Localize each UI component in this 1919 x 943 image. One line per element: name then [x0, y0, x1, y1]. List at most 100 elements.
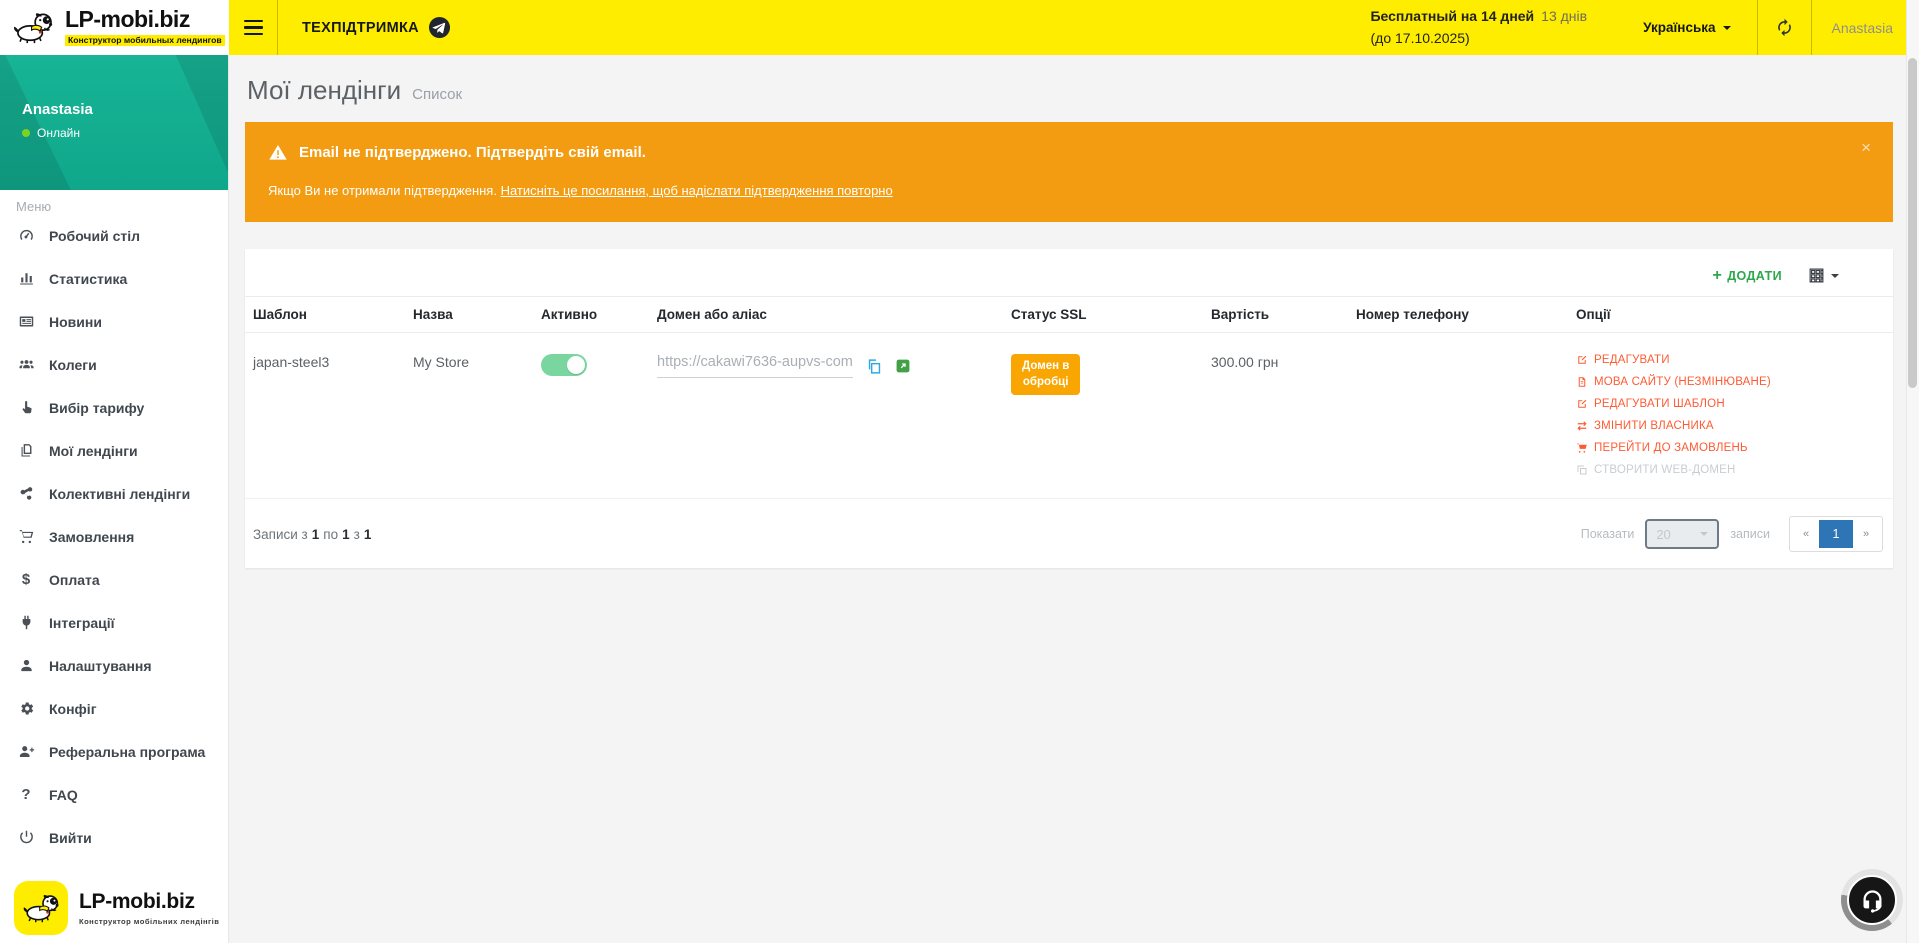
- main-content: Мої лендінги Список Email не підтверджен…: [229, 55, 1919, 943]
- dog-logo-icon: [10, 10, 56, 46]
- brand-logo[interactable]: LP-mobi.biz Конструктор мобильных лендин…: [0, 0, 229, 55]
- cell-name: My Store: [405, 333, 533, 499]
- brand-title: LP-mobi.biz: [65, 8, 225, 31]
- sidebar-item-faq[interactable]: ? FAQ: [0, 773, 228, 816]
- clone-icon: [1576, 464, 1588, 476]
- scrollbar-thumb[interactable]: [1908, 58, 1917, 388]
- cell-phone: [1348, 333, 1568, 499]
- tech-support-link[interactable]: ТЕХПІДТРИМКА: [278, 0, 475, 55]
- panel-toolbar: + ДОДАТИ: [245, 249, 1893, 296]
- support-label: ТЕХПІДТРИМКА: [302, 20, 419, 36]
- cart-icon: [16, 528, 36, 545]
- open-site-button[interactable]: [896, 359, 910, 373]
- col-options: Опції: [1568, 297, 1893, 333]
- active-toggle[interactable]: [541, 354, 587, 376]
- sidebar-item-referral[interactable]: Реферальна програма: [0, 730, 228, 773]
- col-active: Активно: [533, 297, 649, 333]
- headset-icon: [1859, 887, 1886, 914]
- share-icon: [16, 485, 36, 502]
- landings-panel: + ДОДАТИ Шаблон На: [245, 249, 1893, 568]
- footer-brand-subtitle: Конструктор мобільних лендінгів: [79, 917, 219, 926]
- col-price: Вартість: [1203, 297, 1348, 333]
- menu-section-label: Меню: [0, 190, 228, 214]
- site-language-icon: [1576, 376, 1588, 388]
- language-label: Українська: [1643, 20, 1715, 35]
- plan-until: (до 17.10.2025): [1370, 28, 1587, 50]
- table-row: japan-steel3 My Store: [245, 333, 1893, 499]
- table-footer: Записи з 1 по 1 з 1 Показати 20 записи «: [245, 499, 1893, 568]
- option-site-language[interactable]: МОВА САЙТУ (НЕЗМІНЮВАНЕ): [1576, 376, 1885, 388]
- sidebar-item-payment[interactable]: $ Оплата: [0, 558, 228, 601]
- language-selector[interactable]: Українська: [1617, 0, 1756, 55]
- col-ssl-status: Статус SSL: [1003, 297, 1203, 333]
- edit-icon: [1576, 398, 1588, 410]
- option-create-web-domain[interactable]: СТВОРИТИ WEB-ДОМЕН: [1576, 464, 1885, 476]
- plug-icon: [16, 614, 36, 631]
- close-icon[interactable]: ×: [1855, 138, 1877, 157]
- grid-icon: [1808, 267, 1825, 284]
- sidebar-item-dashboard[interactable]: Робочий стіл: [0, 214, 228, 257]
- sidebar-item-collective-landings[interactable]: Колективні лендінги: [0, 472, 228, 515]
- column-view-button[interactable]: [1802, 266, 1845, 285]
- option-change-owner[interactable]: ЗМІНИТИ ВЛАСНИКА: [1576, 420, 1885, 432]
- sidebar-item-colleagues[interactable]: Колеги: [0, 343, 228, 386]
- plan-info: Бесплатный на 14 дней13 днів (до 17.10.2…: [1370, 6, 1617, 49]
- sidebar-item-config[interactable]: Конфіг: [0, 687, 228, 730]
- sidebar-item-logout[interactable]: Вийти: [0, 816, 228, 859]
- option-go-to-orders[interactable]: ПЕРЕЙТИ ДО ЗАМОВЛЕНЬ: [1576, 442, 1885, 454]
- col-name: Назва: [405, 297, 533, 333]
- user-menu[interactable]: Anastasia: [1812, 0, 1919, 55]
- dog-logo-icon: [20, 892, 62, 925]
- page-subtitle: Список: [412, 86, 462, 103]
- sidebar-item-tariff[interactable]: Вибір тарифу: [0, 386, 228, 429]
- sidebar-item-integrations[interactable]: Інтеграції: [0, 601, 228, 644]
- table-header-row: Шаблон Назва Активно Домен або аліас Ста…: [245, 297, 1893, 333]
- sidebar-item-my-landings[interactable]: Мої лендінги: [0, 429, 228, 472]
- next-page-button[interactable]: »: [1853, 520, 1879, 548]
- plan-days-left: 13 днів: [1541, 8, 1587, 24]
- sidebar-user-name: Anastasia: [22, 101, 228, 118]
- copy-domain-button[interactable]: [866, 358, 883, 375]
- sidebar-item-orders[interactable]: Замовлення: [0, 515, 228, 558]
- current-page-button[interactable]: 1: [1819, 520, 1853, 548]
- page-size-select[interactable]: 20: [1645, 519, 1719, 549]
- email-warning-banner: Email не підтверджено. Підтвердіть свій …: [245, 122, 1893, 222]
- landings-table: Шаблон Назва Активно Домен або аліас Ста…: [245, 296, 1893, 499]
- support-chat-button[interactable]: [1841, 869, 1903, 931]
- sidebar: Anastasia Онлайн Меню Робочий стіл Стати…: [0, 55, 229, 943]
- hand-pointer-icon: [16, 399, 36, 416]
- footer-brand-title: LP-mobi.biz: [79, 890, 219, 914]
- sidebar-footer-logo[interactable]: LP-mobi.biz Конструктор мобільних лендін…: [14, 881, 228, 935]
- power-icon: [16, 829, 36, 846]
- brand-subtitle: Конструктор мобильных лендингов: [65, 35, 225, 46]
- external-link-icon: [896, 359, 910, 373]
- bar-chart-icon: [16, 270, 36, 287]
- refresh-button[interactable]: [1758, 0, 1811, 55]
- resend-confirmation-link[interactable]: Натисніть це посилання, щоб надіслати пі…: [501, 183, 893, 198]
- user-icon: [16, 657, 36, 674]
- chevron-down-icon: [1831, 274, 1839, 282]
- cell-template: japan-steel3: [245, 333, 405, 499]
- user-plus-icon: [16, 743, 36, 760]
- sidebar-item-news[interactable]: Новини: [0, 300, 228, 343]
- domain-input[interactable]: [657, 354, 853, 378]
- chevron-down-icon: [1723, 26, 1731, 34]
- pagination: « 1 »: [1789, 516, 1883, 552]
- cell-price: 300.00 грн: [1203, 333, 1348, 499]
- scrollbar[interactable]: [1906, 0, 1919, 943]
- sidebar-toggle-button[interactable]: [229, 0, 277, 55]
- telegram-icon: [428, 16, 451, 39]
- sidebar-item-settings[interactable]: Налаштування: [0, 644, 228, 687]
- sidebar-item-statistics[interactable]: Статистика: [0, 257, 228, 300]
- warning-icon: [268, 143, 288, 162]
- add-landing-button[interactable]: + ДОДАТИ: [1712, 268, 1782, 284]
- online-status-dot: [22, 129, 30, 137]
- option-edit[interactable]: РЕДАГУВАТИ: [1576, 354, 1885, 366]
- edit-icon: [1576, 354, 1588, 366]
- newspaper-icon: [16, 313, 36, 330]
- gears-icon: [16, 700, 36, 717]
- sidebar-user-panel: Anastasia Онлайн: [0, 55, 228, 190]
- prev-page-button[interactable]: «: [1793, 520, 1819, 548]
- option-edit-template[interactable]: РЕДАГУВАТИ ШАБЛОН: [1576, 398, 1885, 410]
- cart-icon: [1576, 442, 1588, 454]
